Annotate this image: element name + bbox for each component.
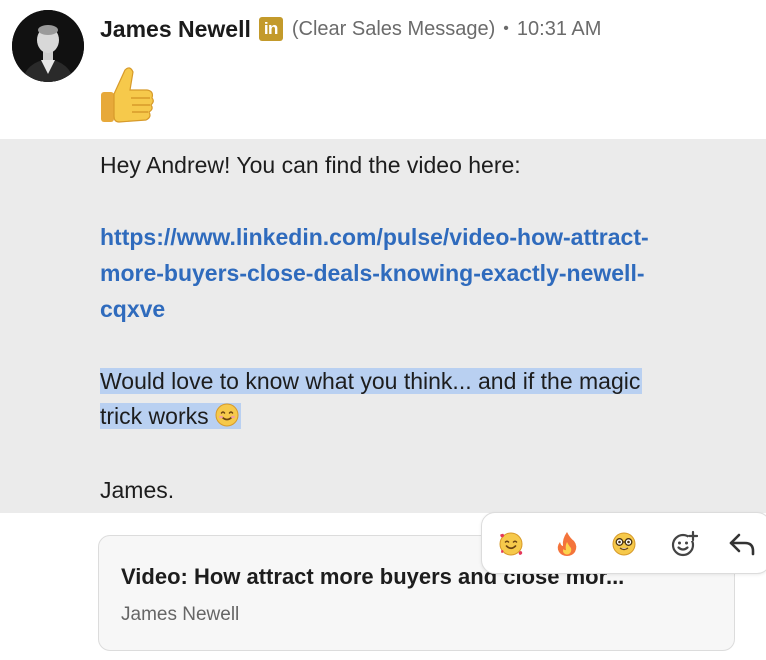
message-line-selected-2: trick works <box>100 398 241 437</box>
linkedin-premium-badge: in <box>258 17 283 41</box>
nerd-face-icon[interactable] <box>609 529 639 559</box>
linkedin-badge-icon: in <box>263 19 279 38</box>
message-link-line-1[interactable]: https://www.linkedin.com/pulse/video-how… <box>100 219 649 255</box>
message-link-line-2[interactable]: more-buyers-close-deals-knowing-exactly-… <box>100 255 645 291</box>
message-link-line-3[interactable]: cqxve <box>100 291 165 327</box>
sender-subtitle: (Clear Sales Message) <box>291 17 496 40</box>
sender-avatar[interactable] <box>12 10 84 82</box>
preview-author: James Newell <box>121 604 240 625</box>
message-line-selected-1: Would love to know what you think... and… <box>100 363 643 399</box>
thumbs-up-icon <box>99 66 157 126</box>
message-signoff: James. <box>100 477 175 503</box>
selected-text-fragment: trick works <box>100 403 209 429</box>
reply-icon[interactable] <box>727 529 757 559</box>
message-timestamp: 10:31 AM <box>516 17 602 40</box>
selected-text: trick works <box>100 403 241 429</box>
sender-name[interactable]: James Newell <box>100 16 251 43</box>
fire-icon[interactable] <box>552 529 582 559</box>
message-header: James Newell in (Clear Sales Message) • … <box>100 14 601 44</box>
selected-text: Would love to know what you think... and… <box>100 368 643 394</box>
add-reaction-icon[interactable] <box>669 529 699 559</box>
smiling-face-icon <box>215 401 239 437</box>
reaction-toolbar <box>481 512 766 574</box>
message-greeting: Hey Andrew! You can find the video here: <box>100 152 521 178</box>
smiling-face-with-hearts-icon[interactable] <box>496 529 526 559</box>
separator-dot: • <box>503 20 509 37</box>
